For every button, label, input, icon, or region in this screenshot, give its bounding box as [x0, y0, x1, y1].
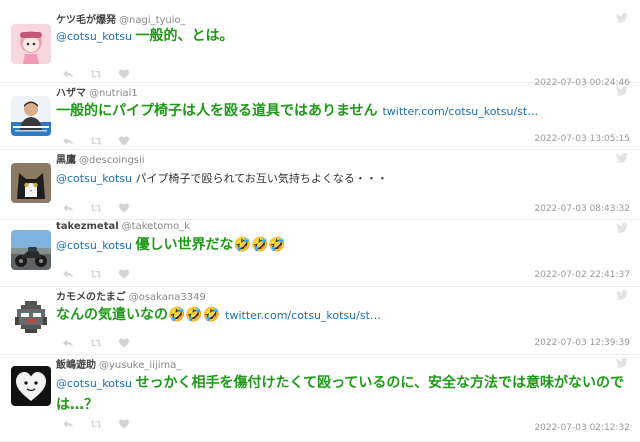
tweet-header: カモメのたまご @osakana3349	[56, 288, 206, 303]
heart-icon[interactable]	[118, 418, 130, 430]
user-name[interactable]: カモメのたまご	[56, 292, 126, 303]
twitter-bird-icon[interactable]	[616, 153, 628, 163]
tweet-header: ハザマ @nutrial1	[56, 84, 138, 99]
user-handle[interactable]: @taketomo_k	[122, 221, 190, 232]
user-handle[interactable]: @osakana3349	[129, 292, 206, 303]
retweet-icon[interactable]	[90, 268, 102, 280]
avatar[interactable]	[11, 163, 51, 203]
tweet-actions	[62, 337, 142, 351]
tweet-text-segment: せっかく相手を傷付けたくて殴っているのに、安全な方法では意味がないのでは…？	[56, 375, 624, 413]
user-handle[interactable]: @descoingsii	[79, 155, 145, 166]
mention-link[interactable]: @cotsu_kotsu	[56, 377, 136, 390]
reply-icon[interactable]	[62, 418, 74, 430]
url-link[interactable]: twitter.com/cotsu_kotsu/st…	[382, 105, 538, 118]
tweet-header: ケツ毛が爆発 @nagi_tyuio_	[56, 11, 186, 26]
tweet-actions	[62, 135, 142, 149]
retweet-icon[interactable]	[90, 135, 102, 147]
mention-link[interactable]: @cotsu_kotsu	[56, 239, 136, 252]
heart-icon[interactable]	[118, 68, 130, 80]
tweet-item: 黒鷹 @descoingsii @cotsu_kotsu パイプ椅子で殴られてお互い…	[0, 150, 640, 220]
twitter-bird-icon[interactable]	[616, 290, 628, 300]
reply-icon[interactable]	[62, 337, 74, 349]
url-link[interactable]: twitter.com/cotsu_kotsu/st…	[225, 309, 381, 322]
avatar[interactable]	[11, 96, 51, 136]
avatar[interactable]	[11, 366, 51, 406]
tweet-text-segment: 一般的、とは。	[135, 28, 234, 44]
tweet-item: takezmetal @taketomo_k @cotsu_kotsu 優しい世界だ…	[0, 220, 640, 287]
avatar[interactable]	[11, 230, 51, 270]
tweet-item: 飯嶋遊助 @yusuke_iijima_ @cotsu_kotsu せっかく相手を傷…	[0, 355, 640, 442]
user-handle[interactable]: @nutrial1	[89, 88, 138, 99]
presenter-photo-avatar	[11, 96, 51, 136]
tweet-text: なんの気遣いなの🤣🤣🤣 twitter.com/cotsu_kotsu/st…	[56, 304, 628, 326]
tweet-actions	[62, 202, 142, 216]
anime-character-avatar	[11, 24, 51, 64]
tweet-text-segment: パイプ椅子で殴られてお互い気持ちよくなる・・・	[135, 172, 388, 185]
tweet-header: 黒鷹 @descoingsii	[56, 151, 145, 166]
tweet-text-segment: 一般的にパイプ椅子は人を殴る道具ではありません	[56, 103, 383, 119]
tweet-text-segment: 優しい世界だな🤣🤣🤣	[135, 237, 286, 253]
timestamp[interactable]: 2022-07-03 13:05:15	[534, 134, 630, 144]
user-handle[interactable]: @yusuke_iijima_	[99, 360, 181, 371]
user-name[interactable]: 飯嶋遊助	[56, 360, 96, 371]
retweet-icon[interactable]	[90, 337, 102, 349]
heart-icon[interactable]	[118, 135, 130, 147]
retweet-icon[interactable]	[90, 418, 102, 430]
tweet-text-segment: なんの気遣いなの🤣🤣🤣	[56, 307, 226, 323]
reply-icon[interactable]	[62, 135, 74, 147]
user-name[interactable]: 黒鷹	[56, 155, 76, 166]
motorcycle-photo-avatar	[11, 230, 51, 270]
twitter-bird-icon[interactable]	[616, 86, 628, 96]
twitter-bird-icon[interactable]	[616, 223, 628, 233]
tweet-text: @cotsu_kotsu パイプ椅子で殴られてお互い気持ちよくなる・・・	[56, 167, 628, 189]
timestamp[interactable]: 2022-07-03 02:12:32	[534, 423, 630, 433]
tweet-item: カモメのたまご @osakana3349 なんの気遣いなの🤣🤣🤣 twitter.c…	[0, 287, 640, 355]
tweet-text: @cotsu_kotsu せっかく相手を傷付けたくて殴っているのに、安全な方法で…	[56, 372, 628, 415]
reply-icon[interactable]	[62, 202, 74, 214]
twitter-bird-icon[interactable]	[616, 13, 628, 23]
tweet-text: @cotsu_kotsu 一般的、とは。	[56, 25, 628, 47]
heart-icon[interactable]	[118, 202, 130, 214]
tweet-actions	[62, 68, 142, 82]
mention-link[interactable]: @cotsu_kotsu	[56, 172, 136, 185]
tweet-text: @cotsu_kotsu 優しい世界だな🤣🤣🤣	[56, 234, 628, 256]
timestamp[interactable]: 2022-07-03 08:43:32	[534, 204, 630, 214]
tweet-actions	[62, 268, 142, 282]
timestamp[interactable]: 2022-07-03 12:39:39	[534, 338, 630, 348]
reply-icon[interactable]	[62, 268, 74, 280]
retweet-icon[interactable]	[90, 68, 102, 80]
reply-icon[interactable]	[62, 68, 74, 80]
avatar[interactable]	[11, 297, 51, 337]
tweet-header: takezmetal @taketomo_k	[56, 221, 190, 232]
tweet-actions	[62, 418, 142, 432]
timestamp[interactable]: 2022-07-02 22:41:37	[534, 270, 630, 280]
tweet-text: 一般的にパイプ椅子は人を殴る道具ではありません twitter.com/cots…	[56, 100, 628, 122]
user-name[interactable]: takezmetal	[56, 221, 119, 232]
tweet-item: ハザマ @nutrial1 一般的にパイプ椅子は人を殴る道具ではありません twit…	[0, 83, 640, 150]
heart-icon[interactable]	[118, 337, 130, 349]
pixel-bird-avatar	[11, 297, 51, 337]
tweet-list: ケツ毛が爆発 @nagi_tyuio_ @cotsu_kotsu 一般的、とは。 20…	[0, 0, 640, 442]
retweet-icon[interactable]	[90, 202, 102, 214]
tweet-header: 飯嶋遊助 @yusuke_iijima_	[56, 356, 181, 371]
mention-link[interactable]: @cotsu_kotsu	[56, 30, 136, 43]
tweet-item: ケツ毛が爆発 @nagi_tyuio_ @cotsu_kotsu 一般的、とは。 20…	[0, 10, 640, 88]
heart-icon[interactable]	[118, 268, 130, 280]
cat-photo-avatar	[11, 163, 51, 203]
heart-face-avatar	[11, 366, 51, 406]
avatar[interactable]	[11, 24, 51, 64]
twitter-bird-icon[interactable]	[616, 358, 628, 368]
user-name[interactable]: ハザマ	[56, 88, 86, 99]
